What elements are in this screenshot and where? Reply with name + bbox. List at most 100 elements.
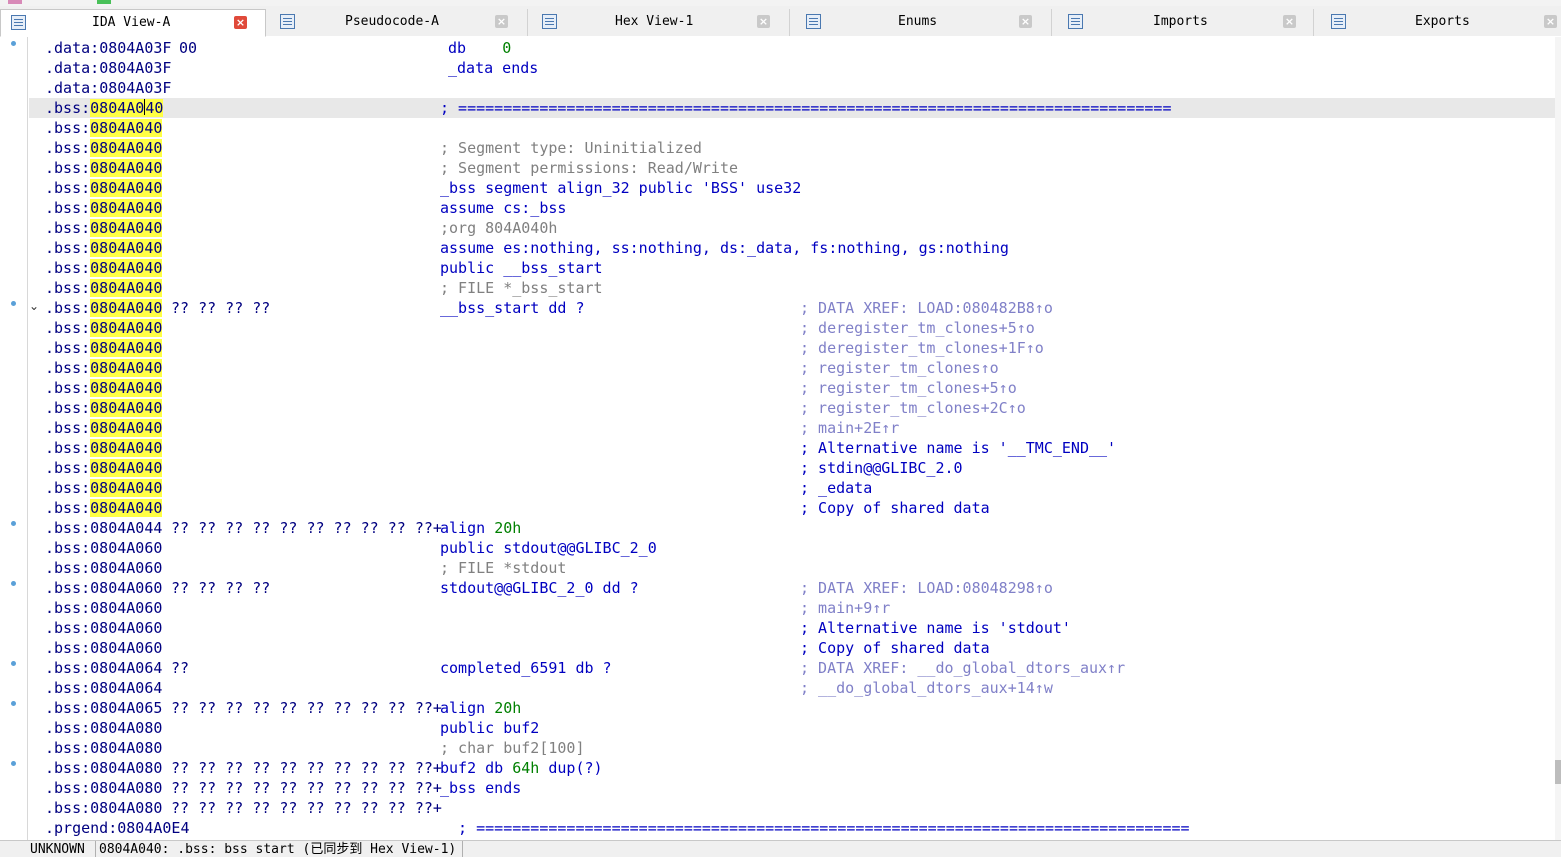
listing-line[interactable]: .bss:0804A040 ;org 804A040h: [29, 218, 1555, 238]
instruction[interactable]: ;org 804A040h: [440, 218, 557, 238]
line-address[interactable]: .bss:0804A040: [45, 238, 163, 258]
line-address[interactable]: .bss:0804A064: [45, 658, 162, 678]
instruction[interactable]: ; Segment permissions: Read/Write: [440, 158, 738, 178]
line-address[interactable]: .bss:0804A060: [45, 598, 162, 618]
listing-line[interactable]: .bss:0804A040 public __bss_start: [29, 258, 1555, 278]
listing-line[interactable]: .bss:0804A060 ?? ?? ?? ?? stdout@@GLIBC_2_…: [29, 578, 1555, 598]
disassembly-listing[interactable]: .data:0804A03F 00 db 0 .data:0804A03F _data …: [29, 38, 1555, 838]
instruction[interactable]: public stdout@@GLIBC_2_0: [440, 538, 657, 558]
tab-exports[interactable]: Exports ×: [1314, 9, 1561, 36]
xref-comment[interactable]: ; register_tm_clones↑o: [800, 358, 999, 378]
line-address[interactable]: .bss:0804A040: [45, 478, 163, 498]
xref-comment[interactable]: ; main+9↑r: [800, 598, 890, 618]
instruction[interactable]: public buf2: [440, 718, 539, 738]
listing-line[interactable]: .bss:0804A064?? completed_6591 db ? ; DATA…: [29, 658, 1555, 678]
instruction[interactable]: ; char buf2[100]: [440, 738, 585, 758]
line-address[interactable]: .bss:0804A060: [45, 618, 162, 638]
listing-line[interactable]: .bss:0804A060 public stdout@@GLIBC_2_0: [29, 538, 1555, 558]
breakpoint-marker-icon[interactable]: [11, 661, 16, 666]
listing-line[interactable]: .bss:0804A060 ; FILE *stdout: [29, 558, 1555, 578]
instruction[interactable]: ; Segment type: Uninitialized: [440, 138, 702, 158]
instruction[interactable]: completed_6591 db ?: [440, 658, 612, 678]
breakpoint-marker-icon[interactable]: [11, 701, 16, 706]
line-address[interactable]: .bss:0804A080: [45, 738, 162, 758]
instruction[interactable]: stdout@@GLIBC_2_0 dd ?: [440, 578, 639, 598]
listing-line[interactable]: .data:0804A03F _data ends: [29, 58, 1555, 78]
xref-comment[interactable]: ; stdin@@GLIBC_2.0: [800, 458, 963, 478]
instruction[interactable]: __bss_start dd ?: [440, 298, 585, 318]
instruction[interactable]: ; ======================================…: [440, 98, 1172, 118]
listing-line[interactable]: .bss:0804A040 ; Copy of shared data: [29, 498, 1555, 518]
breakpoint-marker-icon[interactable]: [11, 581, 16, 586]
xref-comment[interactable]: ; main+2E↑r: [800, 418, 899, 438]
listing-line[interactable]: .bss:0804A060 ; main+9↑r: [29, 598, 1555, 618]
scrollbar-thumb[interactable]: [1555, 760, 1561, 784]
instruction[interactable]: _bss segment align_32 public 'BSS' use32: [440, 178, 801, 198]
listing-line[interactable]: .bss:0804A040 ; FILE *_bss_start: [29, 278, 1555, 298]
line-address[interactable]: .bss:0804A080: [45, 778, 162, 798]
xref-comment[interactable]: ; register_tm_clones+5↑o: [800, 378, 1017, 398]
xref-comment[interactable]: ; Alternative name is '__TMC_END__': [800, 438, 1116, 458]
listing-line[interactable]: .bss:0804A040 ; _edata: [29, 478, 1555, 498]
xref-comment[interactable]: ; __do_global_dtors_aux+14↑w: [800, 678, 1053, 698]
listing-line[interactable]: .bss:0804A040 ; register_tm_clones+5↑o: [29, 378, 1555, 398]
line-address[interactable]: .data:0804A03F: [45, 78, 171, 98]
listing-line[interactable]: .bss:0804A040 ; main+2E↑r: [29, 418, 1555, 438]
close-icon[interactable]: ×: [757, 15, 770, 28]
close-icon[interactable]: ×: [1283, 15, 1296, 28]
listing-line[interactable]: .bss:0804A040: [29, 118, 1555, 138]
instruction[interactable]: buf2 db 64h dup(?): [440, 758, 603, 778]
line-address[interactable]: .prgend:0804A0E4: [45, 818, 190, 838]
instruction[interactable]: _data ends: [448, 58, 538, 78]
instruction[interactable]: db 0: [448, 38, 511, 58]
instruction[interactable]: _bss ends: [440, 778, 521, 798]
line-address[interactable]: .bss:0804A040: [45, 158, 163, 178]
line-address[interactable]: .bss:0804A064: [45, 678, 162, 698]
xref-comment[interactable]: ; deregister_tm_clones+1F↑o: [800, 338, 1044, 358]
listing-line[interactable]: .bss:0804A040 _bss segment align_32 publi…: [29, 178, 1555, 198]
listing-line[interactable]: .bss:0804A040 assume cs:_bss: [29, 198, 1555, 218]
xref-comment[interactable]: ; Copy of shared data: [800, 638, 990, 658]
tab-enums[interactable]: Enums ×: [790, 9, 1052, 36]
line-address[interactable]: .bss:0804A040: [45, 118, 163, 138]
line-address[interactable]: .bss:0804A040: [45, 418, 163, 438]
listing-line[interactable]: .bss:0804A040 ; stdin@@GLIBC_2.0: [29, 458, 1555, 478]
listing-line[interactable]: .data:0804A03F: [29, 78, 1555, 98]
breakpoint-marker-icon[interactable]: [11, 41, 16, 46]
instruction[interactable]: ; ======================================…: [440, 818, 1190, 838]
xref-comment[interactable]: ; register_tm_clones+2C↑o: [800, 398, 1026, 418]
listing-gutter[interactable]: [0, 37, 28, 840]
tab-ida-view-a[interactable]: IDA View-A ×: [0, 9, 266, 37]
tab-hex-view-1[interactable]: Hex View-1 ×: [528, 9, 790, 36]
listing-line[interactable]: .bss:0804A040 ; Alternative name is '__TM…: [29, 438, 1555, 458]
listing-line[interactable]: .bss:0804A044 ?? ?? ?? ?? ?? ?? ?? ?? ?? …: [29, 518, 1555, 538]
line-address[interactable]: .bss:0804A040: [45, 498, 163, 518]
line-address[interactable]: .bss:0804A044: [45, 518, 162, 538]
listing-line[interactable]: .bss:0804A040 ; Segment permissions: Read…: [29, 158, 1555, 178]
close-icon[interactable]: ×: [234, 16, 247, 29]
instruction[interactable]: ; FILE *stdout: [440, 558, 566, 578]
instruction[interactable]: ; FILE *_bss_start: [440, 278, 603, 298]
line-address[interactable]: .bss:0804A040: [45, 398, 163, 418]
listing-line[interactable]: .bss:0804A040 assume es:nothing, ss:nothi…: [29, 238, 1555, 258]
listing-line[interactable]: .prgend:0804A0E4 ; =====================…: [29, 818, 1555, 838]
line-address[interactable]: .bss:0804A040: [45, 458, 163, 478]
instruction[interactable]: align 20h: [440, 698, 521, 718]
line-address[interactable]: .bss:0804A040: [45, 178, 163, 198]
listing-line[interactable]: .bss:0804A040 ; deregister_tm_clones+1F↑o: [29, 338, 1555, 358]
line-address[interactable]: .bss:0804A060: [45, 578, 162, 598]
line-address[interactable]: .bss:0804A080: [45, 718, 162, 738]
line-address[interactable]: .data:0804A03F: [45, 58, 171, 78]
xref-comment[interactable]: ; DATA XREF: LOAD:080482B8↑o: [800, 298, 1053, 318]
line-address[interactable]: .bss:0804A040: [45, 338, 163, 358]
close-icon[interactable]: ×: [495, 15, 508, 28]
xref-comment[interactable]: ; DATA XREF: __do_global_dtors_aux↑r: [800, 658, 1125, 678]
listing-line[interactable]: .bss:0804A060 ; Copy of shared data: [29, 638, 1555, 658]
listing-line[interactable]: .bss:0804A040 ; register_tm_clones+2C↑o: [29, 398, 1555, 418]
line-address[interactable]: .bss:0804A080: [45, 798, 162, 818]
instruction[interactable]: align 20h: [440, 518, 521, 538]
listing-line[interactable]: .bss:0804A040 ?? ?? ?? ?? __bss_start dd ?…: [29, 298, 1555, 318]
instruction[interactable]: assume cs:_bss: [440, 198, 566, 218]
line-address[interactable]: .bss:0804A065: [45, 698, 162, 718]
line-address[interactable]: .bss:0804A040: [45, 218, 163, 238]
